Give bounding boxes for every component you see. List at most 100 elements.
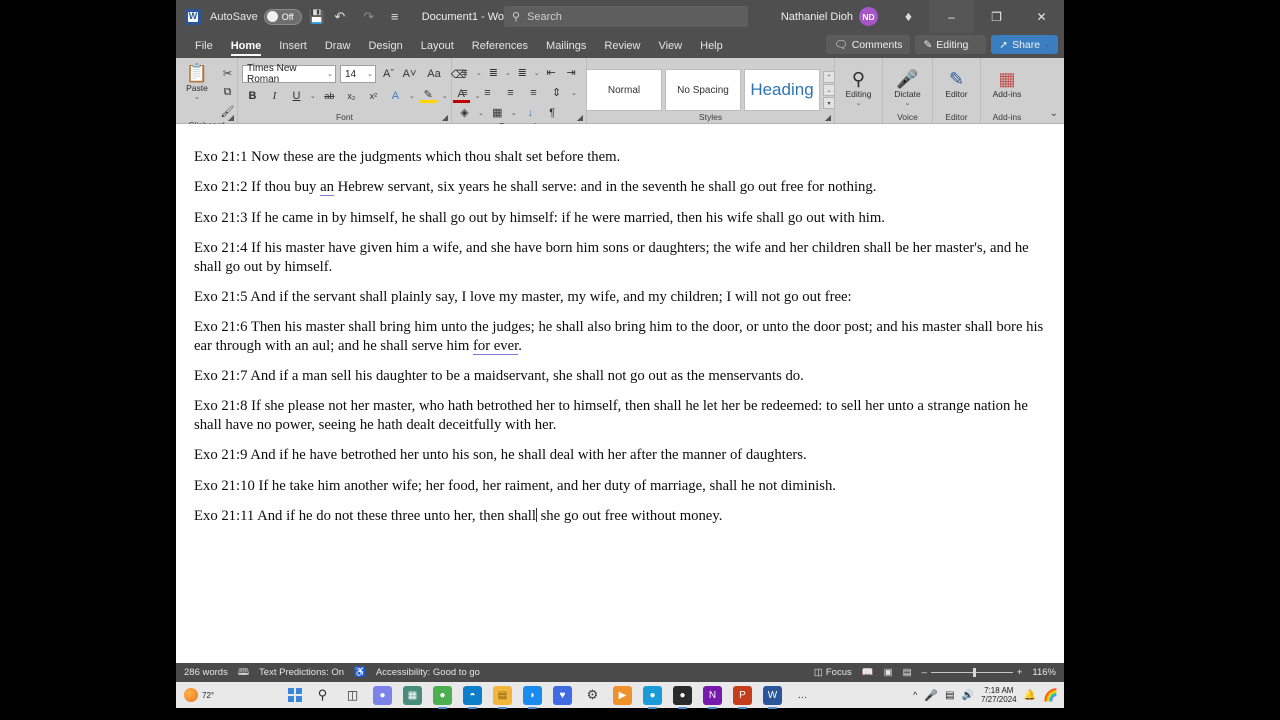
microphone-icon[interactable]: 🎤 — [924, 689, 938, 702]
notifications-icon[interactable]: 🔔 — [1024, 690, 1036, 701]
paragraph-dialog-launcher[interactable]: ◢ — [577, 113, 583, 122]
media-player-icon[interactable]: ▶ — [613, 685, 632, 705]
zoom-slider[interactable]: – + — [922, 667, 1023, 678]
addins-button[interactable]: ▦ Add-ins — [987, 68, 1027, 100]
word-count[interactable]: 286 words — [184, 667, 228, 678]
zoom-thumb[interactable] — [972, 668, 976, 677]
scissors-icon[interactable]: ✂ — [219, 65, 236, 82]
styles-scroll-up[interactable]: ⌃ — [823, 71, 835, 83]
tab-design[interactable]: Design — [359, 33, 411, 58]
increase-indent-icon[interactable]: ⇥ — [563, 64, 580, 81]
word-icon[interactable]: W — [763, 685, 782, 709]
paragraph-exo-21-4[interactable]: Exo 21:4 If his master have given him a … — [194, 239, 1046, 276]
display-cast-icon[interactable]: ▤ — [945, 690, 954, 701]
align-right-icon[interactable]: ≡ — [502, 84, 519, 101]
tab-help[interactable]: Help — [691, 33, 732, 58]
chevron-down-icon[interactable]: ⌄ — [511, 109, 517, 117]
chevron-down-icon[interactable]: ⌄ — [478, 109, 484, 117]
zoom-level[interactable]: 116% — [1032, 667, 1056, 678]
numbering-icon[interactable]: ≣ — [485, 64, 502, 81]
save-icon[interactable]: 💾 — [306, 6, 328, 28]
decrease-indent-icon[interactable]: ⇤ — [543, 64, 560, 81]
copilot-icon[interactable]: 🌈 — [1043, 688, 1058, 702]
chrome-icon[interactable]: ● — [433, 685, 452, 709]
paragraph-exo-21-2[interactable]: Exo 21:2 If thou buy an Hebrew servant, … — [194, 178, 1046, 197]
multilevel-list-icon[interactable]: ≣ — [514, 64, 531, 81]
focus-button[interactable]: ◫ Focus — [814, 667, 852, 678]
style-normal[interactable]: Normal — [586, 69, 662, 111]
tab-review[interactable]: Review — [595, 33, 649, 58]
align-center-icon[interactable]: ≡ — [479, 84, 496, 101]
chevron-down-icon[interactable]: ⌄ — [442, 92, 448, 100]
bullets-icon[interactable]: ≡ — [456, 64, 473, 81]
subscript-button[interactable]: x₂ — [343, 87, 360, 104]
bitwarden-icon[interactable]: ♥ — [553, 685, 572, 705]
settings-icon[interactable]: ⚙ — [583, 686, 602, 705]
styles-scroll-down[interactable]: ⌄ — [823, 84, 835, 96]
redo-icon[interactable]: ↷ — [358, 6, 380, 28]
chevron-down-icon[interactable]: ⌄ — [505, 69, 511, 77]
change-case-button[interactable]: Aa — [422, 66, 446, 83]
font-size-combobox[interactable]: 14 ⌄ — [340, 65, 376, 83]
paragraph-exo-21-1[interactable]: Exo 21:1 Now these are the judgments whi… — [194, 148, 1046, 166]
minimize-button[interactable]: – — [929, 0, 974, 33]
tab-view[interactable]: View — [649, 33, 691, 58]
task-view-icon[interactable]: ◫ — [343, 686, 362, 705]
editing-mode-button[interactable]: ✎ Editing ⌄ — [915, 35, 987, 54]
document-area[interactable]: Exo 21:1 Now these are the judgments whi… — [176, 124, 1064, 663]
chevron-down-icon[interactable]: ⌄ — [476, 69, 482, 77]
tab-file[interactable]: File — [186, 33, 222, 58]
read-mode-icon[interactable]: 📖 — [862, 667, 874, 678]
overflow-icon[interactable]: … — [793, 686, 812, 705]
styles-dialog-launcher[interactable]: ◢ — [825, 113, 831, 122]
grammar-flagged-word[interactable]: for ever — [472, 337, 519, 355]
paragraph-exo-21-8[interactable]: Exo 21:8 If she please not her master, w… — [194, 397, 1046, 434]
chevron-down-icon[interactable]: ⌄ — [534, 69, 540, 77]
collapse-ribbon-icon[interactable]: ⌄ — [1050, 108, 1058, 119]
snagit-icon[interactable]: ● — [643, 685, 662, 709]
chevron-down-icon[interactable]: ⌄ — [571, 89, 577, 97]
camtasia-icon[interactable]: ● — [673, 685, 692, 709]
strikethrough-button[interactable]: ab — [321, 87, 338, 104]
windows-start-icon[interactable] — [288, 688, 302, 702]
superscript-button[interactable]: x² — [365, 87, 382, 104]
styles-more[interactable]: ▾ — [823, 97, 835, 109]
taskbar-clock[interactable]: 7:18 AM 7/27/2024 — [981, 686, 1017, 704]
chevron-down-icon[interactable]: ⌄ — [409, 92, 415, 100]
teams-icon[interactable]: ● — [373, 685, 392, 705]
print-layout-icon[interactable]: ▣ — [884, 667, 893, 678]
clipboard-dialog-launcher[interactable]: ◢ — [228, 113, 234, 122]
text-effects-icon[interactable]: A — [387, 87, 404, 104]
powerpoint-icon[interactable]: P — [733, 685, 752, 709]
volume-icon[interactable]: 🔊 — [962, 690, 974, 701]
document-page[interactable]: Exo 21:1 Now these are the judgments whi… — [176, 124, 1064, 663]
zoom-track[interactable] — [930, 668, 1013, 677]
tab-layout[interactable]: Layout — [412, 33, 463, 58]
autosave-toggle[interactable]: Off — [263, 8, 302, 25]
editor-button[interactable]: ✎ Editor — [937, 68, 977, 100]
tab-home[interactable]: Home — [222, 33, 271, 58]
calculator-icon[interactable]: ▦ — [403, 685, 422, 705]
paragraph-exo-21-9[interactable]: Exo 21:9 And if he have betrothed her un… — [194, 446, 1046, 464]
paragraph-exo-21-11[interactable]: Exo 21:11 And if he do not these three u… — [194, 507, 1046, 525]
avatar[interactable]: ND — [859, 7, 878, 26]
style-no-spacing[interactable]: No Spacing — [665, 69, 741, 111]
grow-font-icon[interactable]: Aˇ — [380, 66, 397, 83]
search-icon[interactable]: ⚲ — [313, 686, 332, 705]
accessibility-status[interactable]: Accessibility: Good to go — [376, 667, 480, 678]
shrink-font-icon[interactable]: A˅ — [401, 66, 418, 83]
restore-button[interactable]: ❐ — [974, 0, 1019, 33]
style-heading[interactable]: Heading — [744, 69, 820, 111]
zoom-in-button[interactable]: + — [1017, 667, 1023, 678]
justify-icon[interactable]: ≡ — [525, 84, 542, 101]
underline-button[interactable]: U — [288, 87, 305, 104]
comments-button[interactable]: 🗨 Comments — [826, 35, 911, 54]
paragraph-exo-21-6[interactable]: Exo 21:6 Then his master shall bring him… — [194, 318, 1046, 355]
bold-button[interactable]: B — [244, 87, 261, 104]
show-formatting-marks-icon[interactable]: ¶ — [544, 104, 561, 121]
taskbar-weather[interactable]: 72° — [184, 688, 214, 702]
editing-button[interactable]: ⚲ Editing ⌄ — [839, 68, 879, 108]
tab-references[interactable]: References — [463, 33, 537, 58]
text-highlight-icon[interactable]: ✎ — [419, 89, 437, 103]
close-button[interactable]: ✕ — [1019, 0, 1064, 33]
